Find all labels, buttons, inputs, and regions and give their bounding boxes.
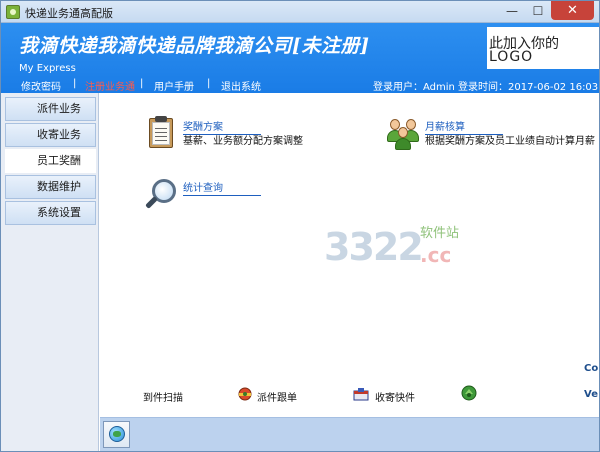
watermark-text: 软件站 (420, 226, 460, 241)
close-button[interactable]: ✕ (551, 1, 594, 20)
bonus-plan-desc: 基薪、业务额分配方案调整 (183, 136, 303, 147)
sidebar-item-settings[interactable]: 系统设置 (5, 201, 96, 225)
company-banner: 我滴快递我滴快递品牌我滴公司[未注册] (19, 35, 370, 57)
logo-placeholder: 此加入你的 LOGO (487, 27, 599, 69)
magnifier-icon[interactable] (144, 177, 180, 213)
track-icon[interactable] (237, 386, 253, 402)
window-controls: — ☐ ✕ (499, 1, 594, 20)
login-info: 登录用户：Admin 登录时间：2017-06-02 16:03:18 (373, 82, 600, 93)
menu-user-manual[interactable]: 用户手册 (154, 78, 194, 93)
edge-text-co: Co (584, 363, 599, 374)
sidebar-item-data[interactable]: 数据维护 (5, 175, 96, 199)
stats-query-link[interactable]: 统计查询 (183, 179, 261, 196)
people-icon[interactable] (386, 117, 426, 151)
minimize-button[interactable]: — (499, 1, 525, 20)
clipboard-icon[interactable] (148, 115, 176, 149)
title-bar: 快递业务通高配版 — ☐ ✕ (1, 1, 599, 23)
menu-exit[interactable]: 退出系统 (221, 78, 261, 93)
logo-text-line2: LOGO (489, 49, 534, 65)
main-panel: 奖酬方案 基薪、业务额分配方案调整 月薪核算 根据奖酬方案及员工业绩自动计算月薪… (100, 93, 599, 417)
home-button[interactable] (103, 421, 130, 448)
app-icon (6, 5, 20, 19)
menu-separator: | (140, 78, 144, 89)
menu-register[interactable]: 注册业务通 (85, 78, 135, 93)
menu-separator: | (73, 78, 77, 89)
globe-icon (109, 426, 125, 442)
edge-text-ve: Ve (584, 389, 598, 400)
menu-separator: | (207, 78, 211, 89)
watermark: 3322 软件站 .cc (324, 219, 464, 269)
package-icon[interactable] (353, 386, 369, 402)
window-title: 快递业务通高配版 (25, 7, 113, 20)
header-banner: 我滴快递我滴快递品牌我滴公司[未注册] My Express 此加入你的 LOG… (1, 23, 599, 93)
quick-collect[interactable]: 收寄快件 (375, 389, 415, 404)
monthly-pay-desc: 根据奖酬方案及员工业绩自动计算月薪 (425, 136, 595, 147)
quick-track[interactable]: 派件跟单 (257, 389, 297, 404)
footer-bar (100, 417, 599, 451)
watermark-number: 3322 (324, 225, 424, 269)
sidebar-item-staff-pay[interactable]: 员工奖酬 (5, 149, 96, 173)
menu-change-password[interactable]: 修改密码 (21, 78, 61, 93)
sidebar-item-dispatch[interactable]: 派件业务 (5, 97, 96, 121)
quick-scan[interactable]: 到件扫描 (143, 389, 183, 404)
maximize-button[interactable]: ☐ (525, 1, 551, 20)
sidebar: 派件业务 收寄业务 员工奖酬 数据维护 系统设置 (1, 93, 99, 451)
sidebar-item-collect[interactable]: 收寄业务 (5, 123, 96, 147)
watermark-domain: .cc (420, 243, 452, 267)
top-menu: 修改密码 | 注册业务通 | 用户手册 | 退出系统 登录用户：Admin 登录… (1, 77, 599, 93)
recycle-icon[interactable] (461, 385, 477, 401)
app-subtitle: My Express (19, 63, 76, 74)
app-window: 快递业务通高配版 — ☐ ✕ 我滴快递我滴快递品牌我滴公司[未注册] My Ex… (0, 0, 600, 452)
